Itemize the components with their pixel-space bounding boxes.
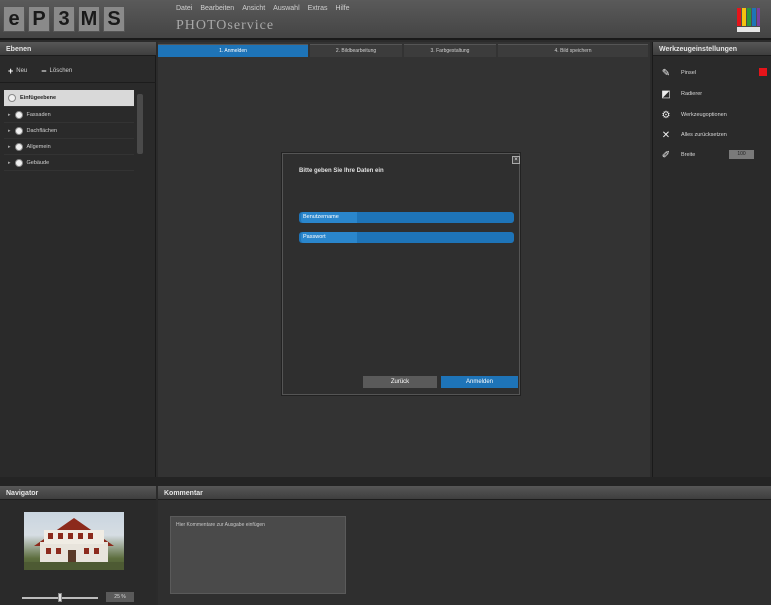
divider bbox=[0, 82, 156, 83]
tab-save-image[interactable]: 4. Bild speichern bbox=[498, 44, 648, 57]
layer-label: Gebäude bbox=[26, 159, 50, 166]
zoom-slider-handle[interactable] bbox=[58, 593, 62, 602]
login-dialog: × Bitte geben Sie Ihre Daten ein Benutze… bbox=[282, 153, 520, 395]
navigator-title: Navigator bbox=[0, 486, 156, 500]
tool-label: Alles zurücksetzen bbox=[681, 132, 727, 138]
password-label: Passwort bbox=[301, 232, 357, 243]
tool-width: ✐ Breite bbox=[659, 148, 696, 162]
minus-icon: − bbox=[41, 66, 47, 76]
plus-icon: + bbox=[8, 66, 14, 76]
pen-icon: ✐ bbox=[661, 149, 671, 161]
brush-color-swatch[interactable] bbox=[759, 68, 767, 76]
zoom-value[interactable]: 25 % bbox=[106, 592, 134, 602]
app-subtitle: PHOTOservice bbox=[176, 18, 275, 33]
tool-label: Werkzeugoptionen bbox=[681, 112, 727, 118]
eraser-icon: ◩ bbox=[661, 88, 671, 100]
menu-bar: Datei Bearbeiten Ansicht Auswahl Extras … bbox=[176, 5, 350, 12]
layer-visibility-icon[interactable] bbox=[14, 110, 23, 119]
comment-textarea[interactable]: Hier Kommentare zur Ausgabe einfügen bbox=[170, 516, 346, 594]
layer-visibility-icon[interactable] bbox=[8, 94, 16, 102]
layers-panel-title: Ebenen bbox=[0, 42, 156, 56]
tool-reset[interactable]: ✕ Alles zurücksetzen bbox=[659, 128, 727, 142]
layer-visibility-icon[interactable] bbox=[14, 158, 23, 167]
comment-panel: Kommentar Hier Kommentare zur Ausgabe ei… bbox=[158, 486, 771, 605]
chevron-right-icon[interactable]: ▸ bbox=[8, 160, 11, 166]
navigator-thumbnail[interactable] bbox=[24, 512, 124, 570]
comment-title: Kommentar bbox=[158, 486, 771, 500]
menu-item-extras[interactable]: Extras bbox=[308, 5, 328, 12]
tool-settings-panel: Werkzeugeinstellungen ✎ Pinsel ◩ Radiere… bbox=[652, 42, 771, 477]
chevron-right-icon[interactable]: ▸ bbox=[8, 112, 11, 118]
navigator-panel: Navigator 25 % bbox=[0, 486, 156, 605]
divider bbox=[0, 477, 771, 486]
username-field: Benutzername bbox=[299, 212, 514, 224]
layer-item-roofs[interactable]: ▸ Dachflächen bbox=[4, 123, 134, 139]
layer-label: Allgemein bbox=[26, 143, 51, 150]
dialog-message: Bitte geben Sie Ihre Daten ein bbox=[299, 168, 384, 174]
password-input[interactable] bbox=[359, 233, 513, 244]
menu-item-file[interactable]: Datei bbox=[176, 5, 192, 12]
brush-icon: ✎ bbox=[661, 67, 671, 79]
width-value-field[interactable]: 100 bbox=[729, 150, 754, 159]
remove-layer-button[interactable]: − Löschen bbox=[41, 66, 72, 76]
menu-item-edit[interactable]: Bearbeiten bbox=[200, 5, 234, 12]
tab-image-editing[interactable]: 2. Bildbearbeitung bbox=[310, 44, 402, 57]
gear-icon: ⚙ bbox=[661, 109, 671, 121]
logo-letter: S bbox=[103, 6, 125, 32]
logo-letter: 3 bbox=[53, 6, 75, 32]
layer-item-building[interactable]: ▸ Gebäude bbox=[4, 155, 134, 171]
username-label: Benutzername bbox=[301, 212, 357, 223]
tool-label: Radierer bbox=[681, 91, 703, 97]
logo-letter: M bbox=[78, 6, 100, 32]
step-tabs: 1. Anmelden 2. Bildbearbeitung 3. Farbge… bbox=[158, 44, 648, 57]
tool-label: Breite bbox=[681, 152, 696, 158]
tool-options[interactable]: ⚙ Werkzeugoptionen bbox=[659, 108, 727, 122]
add-layer-label: Neu bbox=[16, 68, 28, 74]
layer-label: Fassaden bbox=[26, 111, 51, 118]
layer-tree: Einfügeebene ▸ Fassaden ▸ Dachflächen ▸ … bbox=[4, 90, 134, 171]
tool-settings-title: Werkzeugeinstellungen bbox=[653, 42, 771, 56]
login-button[interactable]: Anmelden bbox=[441, 376, 518, 388]
ep3ms-logo: e P 3 M S bbox=[3, 6, 156, 34]
brand-logo-icon bbox=[733, 5, 763, 35]
tab-color-design[interactable]: 3. Farbgestaltung bbox=[404, 44, 496, 57]
layer-item-insert[interactable]: Einfügeebene bbox=[4, 90, 134, 107]
menu-item-view[interactable]: Ansicht bbox=[242, 5, 265, 12]
username-input[interactable] bbox=[359, 213, 513, 224]
chevron-right-icon[interactable]: ▸ bbox=[8, 144, 11, 150]
remove-layer-label: Löschen bbox=[49, 68, 73, 74]
back-button[interactable]: Zurück bbox=[363, 376, 437, 388]
layer-item-facades[interactable]: ▸ Fassaden bbox=[4, 107, 134, 123]
layer-label: Einfügeebene bbox=[20, 95, 57, 101]
layer-label: Dachflächen bbox=[26, 127, 58, 134]
logo-letter: e bbox=[3, 6, 25, 32]
layer-visibility-icon[interactable] bbox=[14, 142, 23, 151]
logo-letter: P bbox=[28, 6, 50, 32]
add-layer-button[interactable]: + Neu bbox=[8, 66, 27, 76]
tool-brush[interactable]: ✎ Pinsel bbox=[659, 66, 696, 80]
layer-visibility-icon[interactable] bbox=[14, 126, 23, 135]
layers-scrollbar[interactable] bbox=[137, 94, 143, 154]
menu-item-help[interactable]: Hilfe bbox=[335, 5, 349, 12]
close-icon: ✕ bbox=[661, 129, 671, 141]
menu-item-select[interactable]: Auswahl bbox=[273, 5, 299, 12]
tab-login[interactable]: 1. Anmelden bbox=[158, 44, 308, 57]
password-field: Passwort bbox=[299, 232, 514, 244]
layer-item-general[interactable]: ▸ Allgemein bbox=[4, 139, 134, 155]
close-icon[interactable]: × bbox=[512, 156, 520, 164]
layers-toolbar: + Neu − Löschen bbox=[8, 66, 72, 76]
app-header: e P 3 M S Datei Bearbeiten Ansicht Auswa… bbox=[0, 0, 771, 40]
tool-label: Pinsel bbox=[681, 70, 696, 76]
layers-panel: Ebenen + Neu − Löschen Einfügeebene ▸ Fa… bbox=[0, 42, 156, 477]
chevron-right-icon[interactable]: ▸ bbox=[8, 128, 11, 134]
tool-eraser[interactable]: ◩ Radierer bbox=[659, 87, 702, 101]
